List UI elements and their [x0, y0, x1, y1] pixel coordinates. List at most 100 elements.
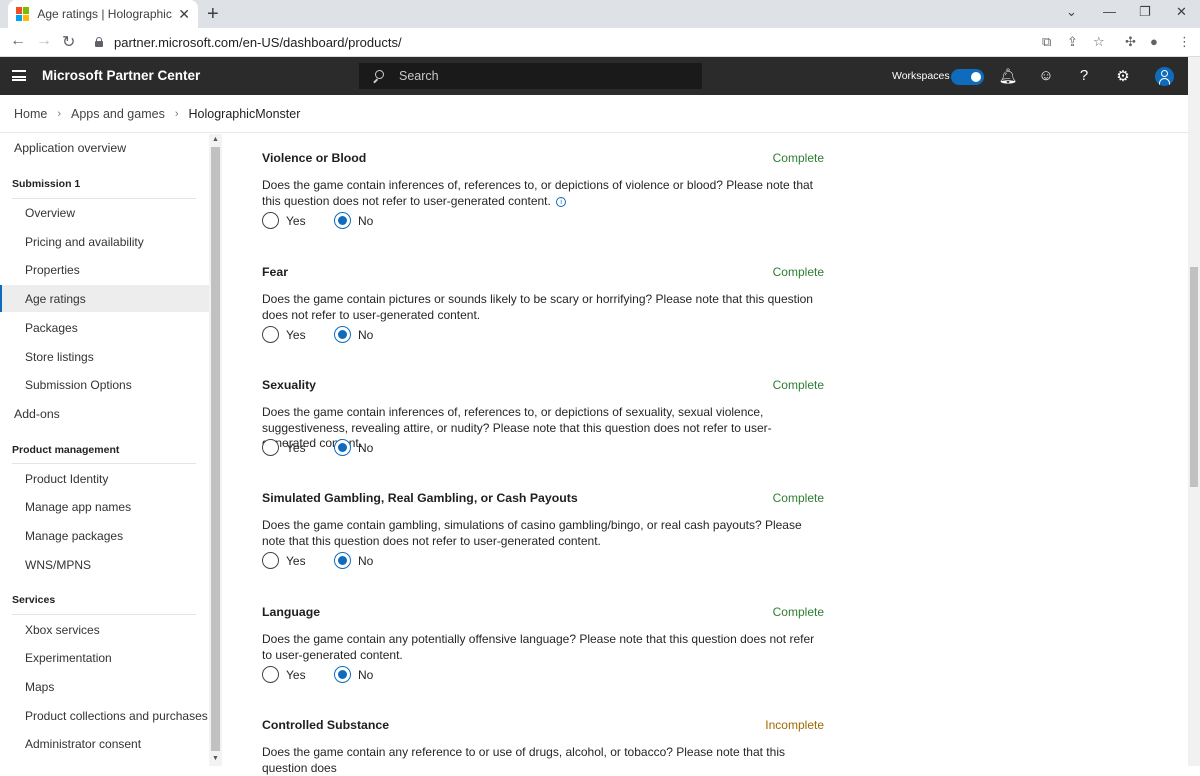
profile-icon[interactable]: ●	[1150, 34, 1158, 49]
sidebar-item-submission-options[interactable]: Submission Options	[25, 378, 132, 392]
sidebar-item-packages[interactable]: Packages	[25, 321, 78, 335]
minimize-icon[interactable]: —	[1103, 4, 1116, 19]
close-window-icon[interactable]: ✕	[1176, 4, 1187, 20]
close-tab-icon[interactable]: ✕	[178, 6, 190, 23]
browser-tab[interactable]: Age ratings | HolographicMonster ✕	[8, 0, 198, 28]
bookmark-star-icon[interactable]: ☆	[1093, 34, 1105, 50]
radio-circle[interactable]	[262, 212, 279, 229]
sidebar-item-add-ons[interactable]: Add-ons	[14, 407, 60, 421]
divider	[12, 614, 196, 615]
sidebar-scroll-thumb[interactable]	[211, 147, 220, 751]
sidebar-item-application-overview[interactable]: Application overview	[14, 141, 126, 155]
notifications-bell-icon[interactable]: 🔔︎	[998, 67, 1018, 85]
radio-no[interactable]: No	[334, 212, 373, 229]
restore-icon[interactable]: ❐	[1139, 4, 1151, 20]
sidebar-item-product-collections[interactable]: Product collections and purchases	[25, 709, 208, 723]
search-placeholder: Search	[399, 69, 439, 83]
tab-search-icon[interactable]: ⌄	[1066, 4, 1077, 20]
workspaces-toggle[interactable]	[951, 69, 984, 85]
help-icon[interactable]: ?	[1074, 67, 1094, 84]
lock-icon[interactable]	[94, 37, 104, 47]
sidebar-item-manage-packages[interactable]: Manage packages	[25, 529, 123, 543]
radio-no[interactable]: No	[334, 666, 373, 683]
sidebar-item-store-listings[interactable]: Store listings	[25, 350, 94, 364]
breadcrumb-apps-and-games[interactable]: Apps and games	[71, 107, 165, 121]
section-title: Controlled Substance	[262, 718, 390, 732]
sidebar-item-experimentation[interactable]: Experimentation	[25, 651, 112, 665]
scroll-down-icon[interactable]: ▼	[212, 755, 219, 762]
translate-icon[interactable]: ⧉	[1042, 34, 1051, 50]
radio-circle-checked[interactable]	[334, 666, 351, 683]
status-badge: Complete	[772, 605, 824, 619]
chevron-right-icon: ›	[57, 107, 62, 120]
section-title: Fear	[262, 265, 288, 279]
question-text: Does the game contain gambling, simulati…	[262, 518, 802, 548]
radio-no[interactable]: No	[334, 439, 373, 456]
new-tab-button[interactable]: +	[207, 3, 219, 26]
radio-circle[interactable]	[262, 552, 279, 569]
address-bar[interactable]: partner.microsoft.com/en-US/dashboard/pr…	[88, 30, 1038, 54]
sidebar-item-product-identity[interactable]: Product Identity	[25, 472, 108, 486]
app-header: Microsoft Partner Center Search Workspac…	[0, 57, 1188, 95]
divider	[12, 198, 196, 199]
radio-circle[interactable]	[262, 326, 279, 343]
breadcrumb-current: HolographicMonster	[188, 106, 301, 121]
radio-circle-checked[interactable]	[334, 326, 351, 343]
reload-icon[interactable]: ↻	[62, 32, 75, 52]
browser-tabstrip: Age ratings | HolographicMonster ✕ + ⌄ —…	[0, 0, 1200, 28]
sidebar-item-overview[interactable]: Overview	[25, 206, 75, 220]
answer-radio-group: Yes No	[262, 326, 373, 343]
breadcrumb: Home › Apps and games › HolographicMonst…	[0, 95, 1188, 133]
sidebar-item-xbox-services[interactable]: Xbox services	[25, 623, 100, 637]
radio-circle[interactable]	[262, 439, 279, 456]
account-avatar-icon[interactable]	[1155, 67, 1174, 86]
settings-gear-icon[interactable]: ⚙	[1113, 67, 1133, 85]
radio-yes[interactable]: Yes	[262, 666, 334, 683]
sidebar-header-product-management: Product management	[12, 444, 120, 456]
radio-no[interactable]: No	[334, 552, 373, 569]
radio-yes[interactable]: Yes	[262, 212, 334, 229]
breadcrumb-home[interactable]: Home	[14, 107, 47, 121]
forward-icon[interactable]: →	[36, 32, 52, 50]
sidebar-header-submission: Submission 1	[12, 178, 81, 190]
share-icon[interactable]: ⇪	[1067, 34, 1078, 50]
sidebar-item-wns-mpns[interactable]: WNS/MPNS	[25, 558, 91, 572]
sidebar-item-maps[interactable]: Maps	[25, 680, 54, 694]
hamburger-menu-icon[interactable]	[12, 70, 26, 81]
question-text: Does the game contain pictures or sounds…	[262, 292, 813, 322]
sidebar-item-administrator-consent[interactable]: Administrator consent	[25, 737, 141, 751]
sidebar-item-manage-app-names[interactable]: Manage app names	[25, 500, 131, 514]
scroll-up-icon[interactable]: ▲	[212, 136, 219, 143]
radio-circle[interactable]	[262, 666, 279, 683]
radio-circle-checked[interactable]	[334, 552, 351, 569]
sidebar-item-pricing[interactable]: Pricing and availability	[25, 235, 144, 249]
section-title: Simulated Gambling, Real Gambling, or Ca…	[262, 491, 578, 505]
status-badge: Complete	[772, 265, 824, 279]
info-icon[interactable]: i	[556, 196, 567, 207]
browser-toolbar: ← → ↻ partner.microsoft.com/en-US/dashbo…	[0, 28, 1200, 57]
feedback-smiley-icon[interactable]: ☺	[1036, 67, 1056, 84]
sidebar-item-age-ratings[interactable]: Age ratings	[25, 292, 86, 306]
extensions-icon[interactable]: ✣	[1125, 34, 1136, 50]
answer-radio-group: Yes No	[262, 666, 373, 683]
sidebar-item-properties[interactable]: Properties	[25, 263, 80, 277]
search-input[interactable]: Search	[359, 63, 702, 89]
radio-yes[interactable]: Yes	[262, 326, 334, 343]
radio-circle-checked[interactable]	[334, 439, 351, 456]
page-scrollbar[interactable]	[1188, 57, 1200, 766]
answer-radio-group: Yes No	[262, 439, 373, 456]
sidebar: Application overview Submission 1 Overvi…	[0, 134, 210, 766]
sidebar-scrollbar[interactable]: ▲ ▼	[209, 134, 222, 766]
url-text[interactable]: partner.microsoft.com/en-US/dashboard/pr…	[114, 35, 402, 50]
radio-yes[interactable]: Yes	[262, 552, 334, 569]
browser-menu-icon[interactable]: ⋮	[1178, 34, 1191, 50]
app-title[interactable]: Microsoft Partner Center	[42, 68, 200, 83]
microsoft-logo-icon	[16, 7, 30, 21]
radio-no[interactable]: No	[334, 326, 373, 343]
radio-yes[interactable]: Yes	[262, 439, 334, 456]
back-icon[interactable]: ←	[10, 32, 26, 50]
radio-circle-checked[interactable]	[334, 212, 351, 229]
page-scroll-thumb[interactable]	[1190, 267, 1198, 487]
section-title: Violence or Blood	[262, 151, 367, 165]
status-badge: Complete	[772, 491, 824, 505]
